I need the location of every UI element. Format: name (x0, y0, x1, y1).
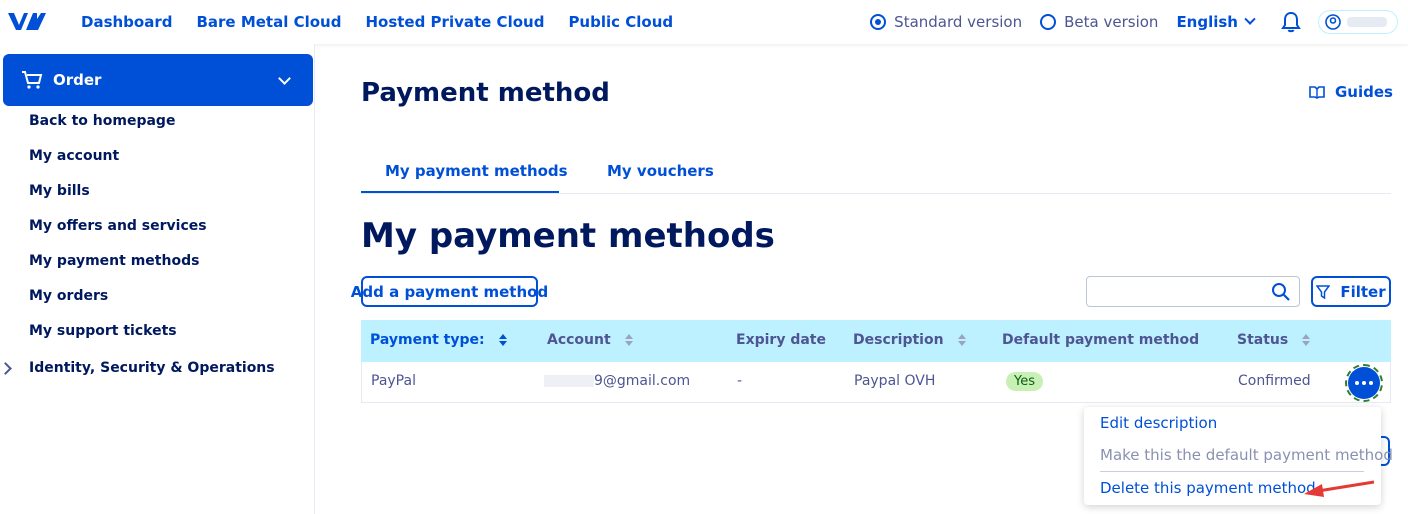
top-right-controls: Standard version Beta version English (870, 0, 1398, 44)
header-description[interactable]: Description (853, 332, 966, 348)
sidebar: Order Back to homepage My account My bil… (0, 44, 315, 514)
standard-version-label: Standard version (894, 13, 1023, 31)
order-menu-button[interactable]: Order (3, 54, 313, 106)
menu-divider (1100, 471, 1364, 472)
dot-icon (1355, 381, 1359, 385)
sort-icon (624, 334, 633, 346)
nav-dashboard[interactable]: Dashboard (81, 13, 172, 31)
header-account-label: Account (547, 332, 611, 348)
header-expiry-date: Expiry date (736, 332, 826, 348)
cell-expiry-date: - (737, 373, 743, 389)
dot-icon (1369, 381, 1373, 385)
account-button[interactable] (1318, 10, 1398, 34)
menu-make-default: Make this the default payment method (1100, 446, 1393, 464)
sidebar-list: Back to homepage My account My bills My … (29, 110, 275, 392)
sidebar-item-my-bills[interactable]: My bills (29, 180, 275, 215)
header-payment-type-label: Payment type: (370, 332, 485, 348)
sidebar-item-my-offers-and-services[interactable]: My offers and services (29, 215, 275, 250)
tab-my-vouchers[interactable]: My vouchers (607, 162, 714, 180)
guides-label: Guides (1335, 83, 1393, 101)
filter-icon (1316, 284, 1331, 299)
radio-selected-icon (870, 14, 887, 30)
tab-my-payment-methods[interactable]: My payment methods (385, 162, 568, 180)
guides-link[interactable]: Guides (1309, 83, 1393, 101)
nav-public-cloud[interactable]: Public Cloud (568, 13, 673, 31)
top-nav: Dashboard Bare Metal Cloud Hosted Privat… (81, 0, 673, 44)
book-icon (1309, 86, 1325, 99)
annotation-arrow-icon (1304, 480, 1375, 497)
active-tab-indicator (361, 191, 559, 193)
account-redacted (544, 375, 594, 387)
sidebar-item-my-orders[interactable]: My orders (29, 285, 275, 320)
menu-delete-payment-method[interactable]: Delete this payment method (1100, 479, 1316, 497)
table-header: Payment type: Account Expiry date Descri… (361, 320, 1391, 362)
cell-payment-type: PayPal (371, 373, 416, 389)
sidebar-item-my-payment-methods[interactable]: My payment methods (29, 250, 275, 285)
nav-hosted-private-cloud[interactable]: Hosted Private Cloud (365, 13, 544, 31)
sort-icon (1302, 334, 1311, 346)
header-default-payment-method-label: Default payment method (1002, 332, 1200, 348)
payment-methods-table: Payment type: Account Expiry date Descri… (361, 320, 1391, 403)
default-badge: Yes (1006, 372, 1043, 391)
header-default-payment-method: Default payment method (1002, 332, 1199, 348)
chevron-down-icon (1244, 13, 1256, 25)
header-description-label: Description (853, 332, 944, 348)
cell-status: Confirmed (1238, 373, 1311, 389)
filter-label: Filter (1340, 282, 1386, 301)
row-actions-button[interactable] (1345, 364, 1383, 402)
tab-bar: My payment methods My vouchers (361, 150, 1391, 194)
bell-icon[interactable] (1280, 11, 1302, 33)
sidebar-item-identity-security-operations[interactable]: Identity, Security & Operations (29, 357, 275, 392)
account-suffix: 9@gmail.com (594, 373, 691, 389)
section-title: My payment methods (361, 216, 775, 256)
sidebar-item-back-to-homepage[interactable]: Back to homepage (29, 110, 275, 145)
sort-icon (498, 334, 507, 346)
menu-edit-description[interactable]: Edit description (1100, 414, 1217, 432)
search-icon[interactable] (1271, 282, 1291, 302)
header-account[interactable]: Account (547, 332, 633, 348)
filter-button[interactable]: Filter (1311, 276, 1391, 307)
chevron-down-icon (278, 72, 291, 85)
page-title: Payment method (361, 78, 610, 108)
top-bar: Dashboard Bare Metal Cloud Hosted Privat… (0, 0, 1408, 44)
radio-unselected-icon (1040, 14, 1057, 30)
cart-icon (22, 71, 43, 89)
cell-description: Paypal OVH (854, 373, 936, 389)
language-selector[interactable]: English (1176, 13, 1256, 31)
account-name-redacted (1347, 17, 1387, 27)
sidebar-item-my-support-tickets[interactable]: My support tickets (29, 320, 275, 355)
header-expiry-date-label: Expiry date (736, 332, 826, 348)
header-status-label: Status (1237, 332, 1289, 348)
header-payment-type[interactable]: Payment type: (370, 332, 507, 348)
sort-icon (957, 334, 966, 346)
language-label: English (1176, 13, 1238, 31)
dot-icon (1362, 381, 1366, 385)
cell-account: 9@gmail.com (544, 373, 690, 389)
beta-version-label: Beta version (1064, 13, 1159, 31)
table-row: PayPal 9@gmail.com - Paypal OVH Yes Conf… (361, 362, 1391, 403)
add-payment-method-button[interactable]: Add a payment method (351, 276, 548, 307)
sidebar-item-my-account[interactable]: My account (29, 145, 275, 180)
standard-version-radio[interactable]: Standard version (870, 13, 1022, 31)
header-status[interactable]: Status (1237, 332, 1311, 348)
nav-bare-metal-cloud[interactable]: Bare Metal Cloud (196, 13, 341, 31)
search-input[interactable] (1086, 276, 1300, 307)
order-label: Order (53, 71, 102, 89)
ovh-logo-icon[interactable] (6, 9, 46, 33)
beta-version-radio[interactable]: Beta version (1040, 13, 1158, 31)
user-icon (1325, 14, 1341, 30)
